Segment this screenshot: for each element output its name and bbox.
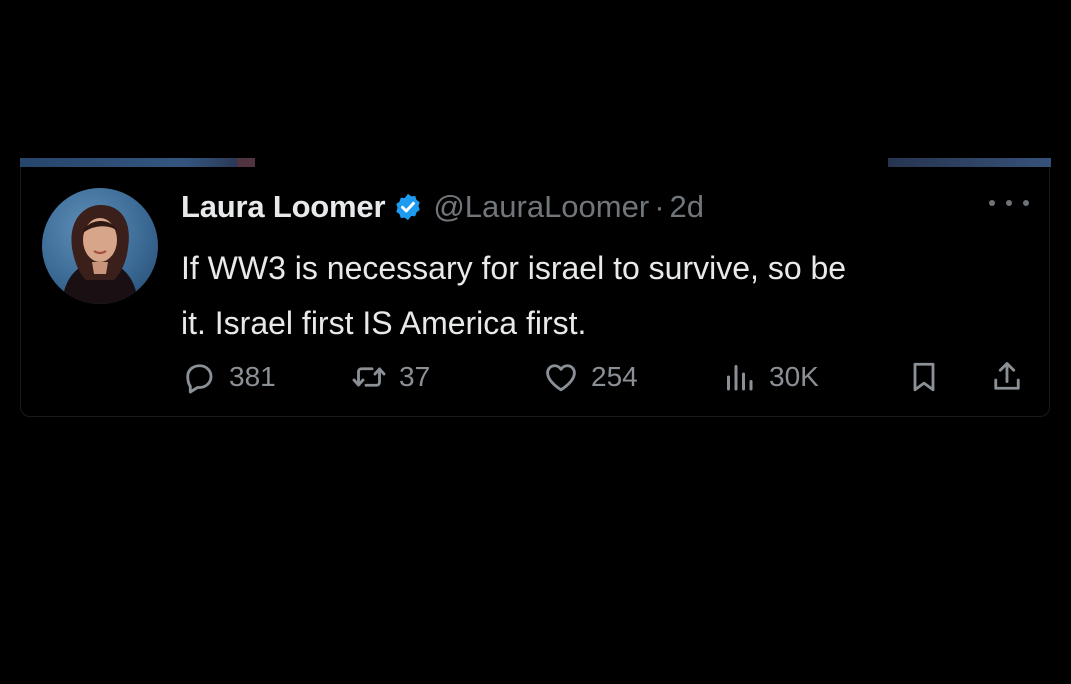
avatar[interactable] (42, 188, 158, 304)
action-bar: 381 37 254 30K (181, 357, 1051, 397)
more-dot (989, 200, 995, 206)
display-name[interactable]: Laura Loomer (181, 189, 386, 225)
reply-button[interactable]: 381 (181, 357, 276, 397)
views-count: 30K (769, 361, 819, 392)
cropped-strip-left (20, 158, 255, 167)
like-icon (546, 364, 576, 392)
more-dot (1023, 200, 1029, 206)
share-icon (994, 362, 1020, 390)
avatar-portrait-icon (62, 204, 138, 304)
reply-count: 381 (229, 361, 276, 392)
cropped-strip-right (888, 158, 1051, 167)
tweet-card[interactable]: Laura Loomer @LauraLoomer · 2d If WW3 is… (20, 167, 1050, 417)
views-icon (727, 365, 753, 391)
post-timestamp[interactable]: 2d (670, 189, 704, 225)
repost-button[interactable]: 37 (351, 357, 430, 397)
share-button[interactable] (989, 357, 1037, 397)
more-dot (1006, 200, 1012, 206)
like-count: 254 (591, 361, 638, 392)
repost-count: 37 (399, 361, 431, 392)
user-handle[interactable]: @LauraLoomer (433, 189, 649, 225)
repost-icon (352, 367, 386, 387)
tweet-text-line: If WW3 is necessary for israel to surviv… (181, 250, 847, 286)
screenshot-canvas: Laura Loomer @LauraLoomer · 2d If WW3 is… (0, 0, 1071, 684)
more-icon[interactable] (989, 193, 1029, 213)
separator-dot: · (654, 189, 665, 224)
verified-badge-icon (393, 192, 423, 222)
views-button[interactable]: 30K (721, 357, 819, 397)
bookmark-button[interactable] (906, 357, 954, 397)
tweet-text-line: it. Israel first IS America first. (181, 305, 587, 341)
like-button[interactable]: 254 (543, 357, 638, 397)
tweet-text: If WW3 is necessary for israel to surviv… (181, 241, 1031, 351)
tweet-header: Laura Loomer @LauraLoomer · 2d (181, 185, 704, 229)
bookmark-icon (913, 362, 935, 392)
reply-icon (186, 364, 213, 394)
